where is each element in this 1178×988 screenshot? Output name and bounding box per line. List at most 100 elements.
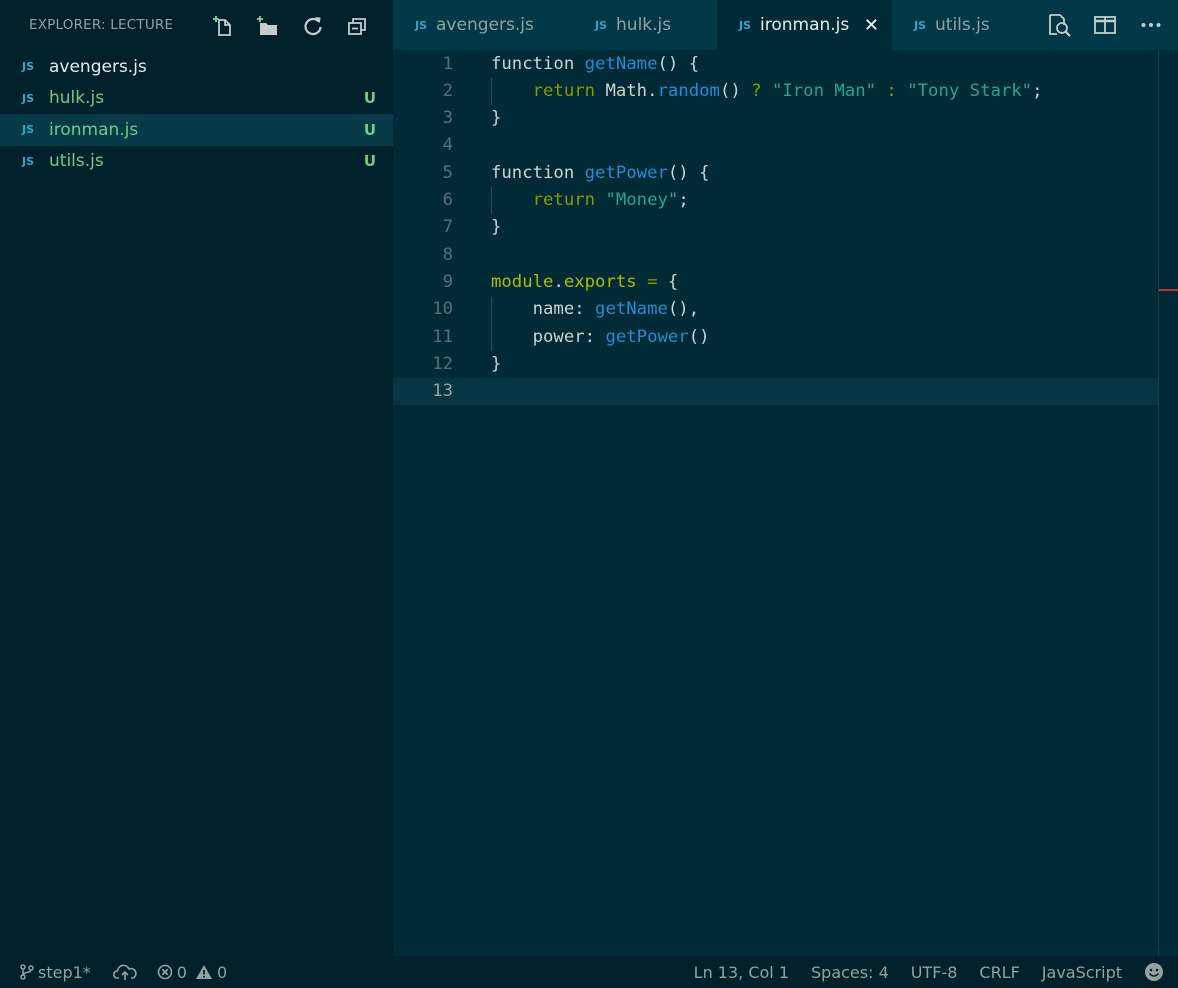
- code-line[interactable]: 13: [393, 378, 1159, 406]
- code-token: return: [532, 80, 606, 101]
- tab-hulk[interactable]: JS hulk.js: [573, 0, 717, 50]
- git-status-badge: U: [363, 152, 376, 171]
- line-number: 4: [442, 135, 453, 156]
- code-token: return: [532, 190, 606, 210]
- warning-icon: [195, 965, 212, 979]
- new-folder-button[interactable]: [254, 12, 281, 39]
- file-encoding[interactable]: UTF-8: [911, 963, 958, 982]
- js-file-icon: JS: [415, 18, 428, 32]
- file-item-utils[interactable]: JS utils.js U: [0, 146, 393, 178]
- explorer-header: EXPLORER: LECTURE: [0, 0, 393, 50]
- feedback-smiley-icon[interactable]: [1144, 962, 1164, 982]
- code-token: getName: [595, 299, 668, 320]
- line-number: 12: [432, 353, 453, 374]
- indent-guide: [491, 187, 492, 214]
- line-number: 1: [442, 53, 453, 74]
- code-line[interactable]: 7}: [393, 214, 1159, 241]
- line-source: return Math.random() ? "Iron Man" : "Ton…: [491, 78, 1043, 105]
- more-actions-button[interactable]: [1136, 10, 1166, 40]
- tab-utils[interactable]: JS utils.js: [892, 0, 1032, 50]
- open-changes-button[interactable]: [1044, 10, 1074, 40]
- code-line[interactable]: 6 return "Money";: [393, 187, 1159, 214]
- code-line[interactable]: 9 module.exports = {: [393, 269, 1159, 296]
- code-token: module: [491, 271, 554, 292]
- line-number: 11: [432, 326, 453, 347]
- tab-ironman[interactable]: JS ironman.js ✕: [717, 0, 892, 50]
- problems-status[interactable]: 0 0: [157, 963, 227, 982]
- error-icon: [157, 964, 173, 980]
- line-number: 2: [442, 80, 453, 101]
- indentation-setting[interactable]: Spaces: 4: [811, 963, 889, 982]
- file-item-ironman[interactable]: JS ironman.js U: [0, 114, 393, 146]
- line-number: 6: [442, 190, 453, 210]
- line-number: 7: [442, 217, 453, 238]
- close-tab-icon[interactable]: ✕: [864, 15, 879, 36]
- code-line[interactable]: 4: [393, 132, 1159, 159]
- code-token: }: [491, 353, 502, 374]
- file-item-avengers[interactable]: JS avengers.js: [0, 51, 393, 83]
- file-name: hulk.js: [49, 88, 105, 109]
- refresh-button[interactable]: [299, 12, 326, 39]
- indent-guide: [491, 78, 492, 105]
- status-bar: step1* 0 0 Ln 13, Col 1 Spaces: 4 UTF-8: [0, 956, 1178, 988]
- code-token: (),: [667, 299, 700, 320]
- tab-label: ironman.js: [760, 15, 850, 35]
- code-token: =: [636, 271, 668, 292]
- code-line[interactable]: 11 power: getPower(): [393, 324, 1159, 351]
- new-file-icon: [212, 15, 231, 36]
- code-token: () {: [657, 53, 700, 74]
- error-count: 0: [176, 962, 187, 982]
- code-line[interactable]: 2 return Math.random() ? "Iron Man" : "T…: [393, 78, 1159, 105]
- code-line[interactable]: 10 name: getName(),: [393, 296, 1159, 323]
- code-editor[interactable]: 13 12} 11 power: getPower() 10 name: getNam…: [393, 50, 1178, 956]
- branch-name: step1*: [38, 962, 91, 982]
- code-token: exports: [563, 271, 637, 292]
- line-source: function getName() {: [491, 51, 699, 78]
- js-file-icon: JS: [22, 60, 35, 74]
- code-token: "Iron Man": [771, 80, 877, 101]
- code-token: function: [491, 162, 585, 183]
- code-token: }: [491, 217, 502, 238]
- line-source: }: [491, 105, 501, 132]
- file-item-hulk[interactable]: JS hulk.js U: [0, 83, 393, 115]
- line-ending[interactable]: CRLF: [979, 963, 1019, 982]
- new-file-button[interactable]: [209, 12, 236, 39]
- vertical-scrollbar[interactable]: [1158, 50, 1159, 956]
- status-left: step1* 0 0: [0, 963, 227, 982]
- split-editor-button[interactable]: [1090, 10, 1120, 40]
- editor-tab-bar: JS avengers.js JS hulk.js JS ironman.js …: [393, 0, 1178, 50]
- code-line[interactable]: 1 function getName() {: [393, 51, 1159, 78]
- language-mode[interactable]: JavaScript: [1042, 963, 1122, 982]
- file-name: avengers.js: [49, 56, 147, 77]
- line-number: 3: [442, 108, 453, 129]
- code-token: name:: [491, 299, 596, 320]
- code-line[interactable]: 5 function getPower() {: [393, 160, 1159, 187]
- line-source: function getPower() {: [491, 160, 710, 187]
- line-number: 13: [432, 381, 453, 402]
- code-token: power:: [491, 326, 606, 347]
- code-token: :: [876, 80, 908, 101]
- code-line[interactable]: 3}: [393, 105, 1159, 132]
- code-token: (): [688, 326, 710, 347]
- line-source: return "Money";: [491, 187, 689, 214]
- line-source: name: getName(),: [491, 296, 700, 323]
- line-source: }: [491, 351, 501, 378]
- git-status-badge: U: [363, 89, 376, 108]
- code-token: Math.: [605, 80, 658, 101]
- new-folder-icon: [256, 15, 277, 35]
- code-line[interactable]: 8: [393, 242, 1159, 269]
- code-token: }: [491, 108, 502, 129]
- code-token: () {: [667, 162, 710, 183]
- code-token: function: [491, 53, 585, 74]
- cursor-position[interactable]: Ln 13, Col 1: [694, 963, 789, 982]
- collapse-all-button[interactable]: [344, 12, 371, 39]
- line-source: power: getPower(): [491, 324, 710, 351]
- code-line[interactable]: 12}: [393, 351, 1159, 378]
- branch-status[interactable]: step1*: [20, 963, 91, 982]
- overview-ruler-marker: [1159, 289, 1178, 291]
- sync-button[interactable]: [112, 963, 137, 981]
- code-token: "Tony Stark": [907, 80, 1033, 101]
- tab-avengers[interactable]: JS avengers.js: [393, 0, 573, 50]
- refresh-icon: [303, 16, 322, 35]
